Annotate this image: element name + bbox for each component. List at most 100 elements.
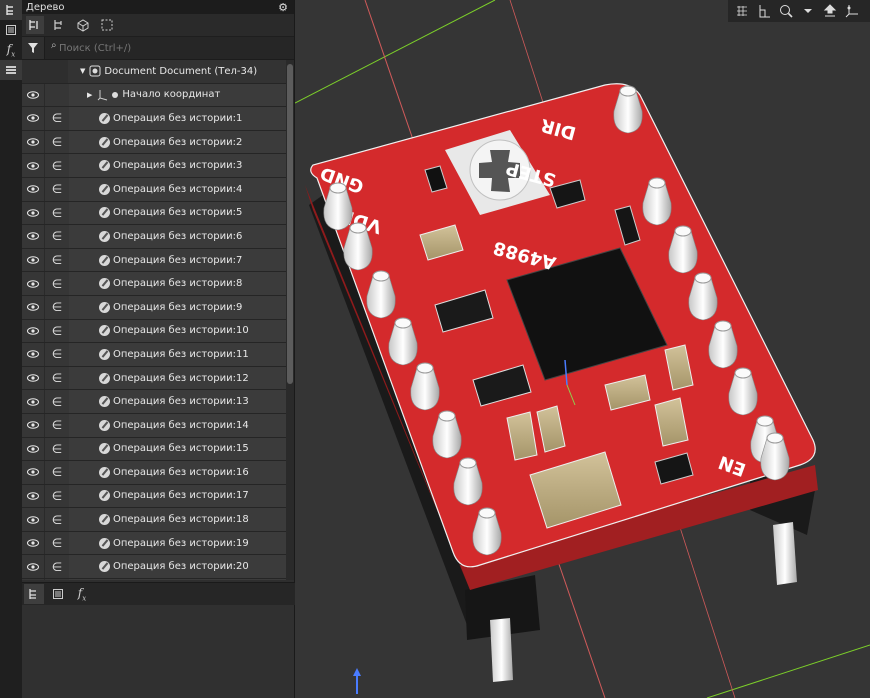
viewport-canvas[interactable]: GND VDD STEP DIR EN A4988 [295,0,870,698]
membership-icon[interactable]: ∈ [44,201,69,225]
visibility-eye-icon[interactable] [22,484,44,508]
tree-row-operation[interactable]: ∈ Операция без истории:19 [22,531,286,556]
tree-list-icon[interactable] [50,16,68,34]
operation-icon [99,160,110,172]
axes-icon[interactable] [756,3,772,19]
visibility-eye-icon[interactable] [22,225,44,248]
tree-row-operation[interactable]: ∈ Операция без истории:8 [22,272,286,296]
membership-icon[interactable]: ∈ [44,413,69,437]
visibility-eye-icon[interactable] [22,437,44,461]
tree-row-operation[interactable]: ∈ Операция без истории:9 [22,295,286,320]
tree-row-operation[interactable]: ∈ Операция без истории:1 [22,107,286,131]
visibility-eye-icon[interactable] [22,295,44,319]
orientation-icon[interactable] [844,3,860,19]
visibility-eye-icon[interactable] [22,83,44,107]
tree-row-operation[interactable]: ∈Операция без истории:21 [22,579,286,580]
operation-icon [99,301,110,313]
zoom-icon[interactable] [778,3,794,19]
tab-tree-icon[interactable] [24,584,44,604]
bottom-tabs: fx [22,582,296,605]
membership-icon[interactable]: ∈ [44,390,69,413]
scrollbar-thumb[interactable] [287,64,293,384]
membership-icon[interactable]: ∈ [44,295,69,319]
membership-icon[interactable]: ∈ [44,225,69,248]
fx-icon[interactable]: fx [0,40,22,60]
operation-label: Операция без истории:2 [113,136,243,148]
membership-icon[interactable]: ∈ [44,107,69,130]
membership-icon[interactable]: ∈ [44,319,69,343]
membership-icon[interactable]: ∈ [44,579,69,580]
visibility-eye-icon[interactable] [22,531,44,555]
tree-row-operation[interactable]: ∈ Операция без истории:11 [22,343,286,367]
visibility-eye-icon[interactable] [22,390,44,413]
membership-icon[interactable]: ∈ [44,130,69,154]
tree-row-operation[interactable]: ∈ Операция без истории:3 [22,154,286,178]
tab-fx-icon[interactable]: fx [72,584,92,604]
tree-row-operation[interactable]: ∈ Операция без истории:20 [22,555,286,580]
tree-row-operation[interactable]: ∈ Операция без истории:17 [22,484,286,509]
membership-icon[interactable]: ∈ [44,508,69,531]
tree-row-operation[interactable]: ∈ Операция без истории:5 [22,201,286,226]
visibility-eye-icon[interactable] [22,107,44,130]
visibility-eye-icon[interactable] [22,272,44,295]
tree-row-operation[interactable]: ∈ Операция без истории:2 [22,130,286,155]
operation-icon [99,372,110,384]
membership-icon[interactable]: ∈ [44,366,69,390]
tree-row-document[interactable]: ▼ Document Document (Тел-34) [22,60,286,84]
visibility-eye-icon[interactable] [22,201,44,225]
3d-viewport[interactable]: GND VDD STEP DIR EN A4988 [295,0,870,698]
visibility-eye-icon[interactable] [22,154,44,177]
properties-icon[interactable] [0,20,22,40]
visibility-eye-icon[interactable] [22,130,44,154]
filter-icon[interactable] [22,37,45,59]
membership-icon[interactable]: ∈ [44,154,69,177]
operation-label: Операция без истории:3 [113,160,243,172]
visibility-eye-icon[interactable] [22,177,44,201]
membership-icon[interactable]: ∈ [44,248,69,272]
membership-icon[interactable]: ∈ [44,272,69,295]
membership-icon[interactable]: ∈ [44,177,69,201]
visibility-eye-icon[interactable] [22,343,44,366]
tree-icon[interactable] [0,0,22,20]
tree-row-operation[interactable]: ∈ Операция без истории:16 [22,461,286,485]
visibility-eye-icon[interactable] [22,579,44,580]
membership-icon[interactable]: ∈ [44,437,69,461]
visibility-eye-icon[interactable] [22,366,44,390]
tree-row-operation[interactable]: ∈ Операция без истории:18 [22,508,286,532]
tab-properties-icon[interactable] [48,584,68,604]
expand-arrow-icon[interactable]: ▼ [80,67,85,75]
viewport-toolbar [728,0,870,22]
tree-row-operation[interactable]: ∈ Операция без истории:14 [22,413,286,438]
tree-row-operation[interactable]: ∈ Операция без истории:10 [22,319,286,344]
search-input[interactable] [45,41,294,55]
membership-icon[interactable]: ∈ [44,461,69,484]
menu-icon[interactable] [0,60,22,80]
membership-icon[interactable]: ∈ [44,531,69,555]
visibility-eye-icon[interactable] [22,248,44,272]
tree-row-origin[interactable]: ▶ Начало координат [22,83,286,108]
dropdown-icon[interactable] [800,3,816,19]
membership-icon[interactable]: ∈ [44,343,69,366]
tree-scrollbar[interactable] [286,60,294,580]
grid-icon[interactable] [734,3,750,19]
visibility-eye-icon[interactable] [22,508,44,531]
collapse-arrow-icon[interactable]: ▶ [87,91,92,99]
tree-row-operation[interactable]: ∈ Операция без истории:4 [22,177,286,202]
visibility-eye-icon[interactable] [22,413,44,437]
visibility-eye-icon[interactable] [22,555,44,579]
tree-row-operation[interactable]: ∈ Операция без истории:6 [22,225,286,249]
membership-icon[interactable]: ∈ [44,555,69,579]
membership-icon[interactable]: ∈ [44,484,69,508]
tree-row-operation[interactable]: ∈ Операция без истории:13 [22,390,286,414]
visibility-eye-icon[interactable] [22,319,44,343]
view-3d-icon[interactable] [74,16,92,34]
visibility-eye-icon[interactable] [22,461,44,484]
tree-row-operation[interactable]: ∈ Операция без истории:12 [22,366,286,391]
view-icon[interactable] [822,3,838,19]
settings-gear-icon[interactable]: ⚙ [278,1,288,14]
tree-row-operation[interactable]: ∈ Операция без истории:7 [22,248,286,273]
tree-row-operation[interactable]: ∈ Операция без истории:15 [22,437,286,462]
tree-structure-icon[interactable] [26,16,44,34]
operation-icon [99,254,110,266]
selection-icon[interactable] [98,16,116,34]
